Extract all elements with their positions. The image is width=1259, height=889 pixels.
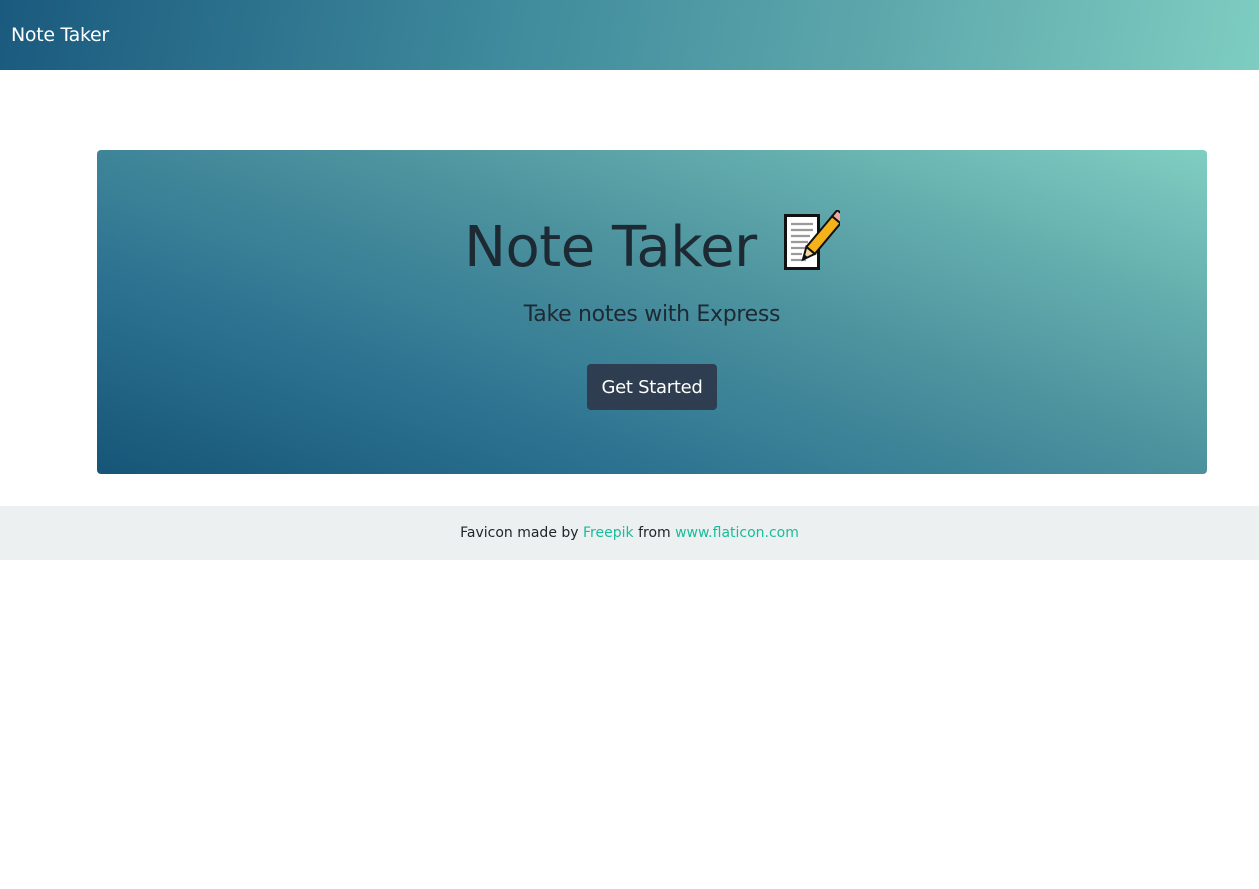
memo-icon xyxy=(780,208,848,274)
freepik-link[interactable]: Freepik xyxy=(583,525,634,541)
hero-title: Note Taker xyxy=(464,215,757,280)
navbar: Note Taker xyxy=(0,0,1259,70)
flaticon-link[interactable]: www.flaticon.com xyxy=(675,525,799,541)
footer-prefix: Favicon made by xyxy=(460,525,579,541)
footer-middle: from xyxy=(638,525,671,541)
footer: Favicon made by Freepik from www.flatico… xyxy=(0,506,1259,560)
hero-jumbotron: Note Taker Take notes with Express Get S… xyxy=(97,150,1207,474)
get-started-button[interactable]: Get Started xyxy=(587,364,717,410)
hero-title-row: Note Taker xyxy=(97,208,1207,288)
navbar-brand[interactable]: Note Taker xyxy=(11,24,109,46)
hero-subtitle: Take notes with Express xyxy=(523,302,781,327)
